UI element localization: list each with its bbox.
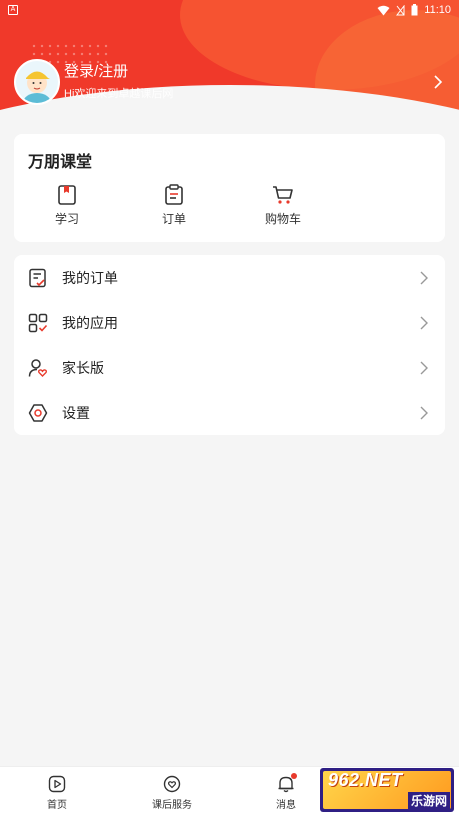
watermark-text: 962.NET bbox=[328, 770, 403, 790]
no-signal-icon bbox=[396, 4, 405, 15]
quick-action-order[interactable]: 订单 bbox=[134, 184, 214, 227]
status-bar: A 11:10 bbox=[0, 0, 459, 20]
battery-icon bbox=[411, 4, 418, 16]
menu-item-label: 家长版 bbox=[62, 359, 104, 376]
quick-action-label: 订单 bbox=[161, 212, 186, 226]
menu-item-my-apps[interactable]: 我的应用 bbox=[14, 300, 445, 345]
chevron-right-icon bbox=[420, 271, 428, 284]
chevron-right-icon bbox=[420, 316, 428, 329]
menu-item-my-orders[interactable]: 我的订单 bbox=[14, 255, 445, 300]
app-indicator-icon: A bbox=[8, 5, 18, 15]
menu-list: 我的订单 我的应用 家长版 设置 bbox=[14, 255, 445, 435]
menu-item-label: 我的订单 bbox=[62, 269, 118, 286]
quick-action-cart[interactable]: 购物车 bbox=[243, 184, 323, 227]
watermark-subtext: 乐游网 bbox=[407, 792, 450, 809]
heart-chat-icon bbox=[163, 775, 181, 793]
watermark-logo: 962.NET 乐游网 bbox=[320, 768, 454, 812]
quick-action-label: 购物车 bbox=[264, 212, 301, 226]
chevron-right-icon[interactable] bbox=[431, 75, 445, 89]
tab-label: 消息 bbox=[276, 800, 296, 811]
apps-icon bbox=[28, 313, 48, 332]
home-play-icon bbox=[48, 775, 66, 793]
cart-icon bbox=[273, 186, 293, 204]
profile-header[interactable]: 登录/注册 Hi欢迎来到卓越课后网 bbox=[14, 58, 445, 106]
chevron-right-icon bbox=[420, 406, 428, 419]
welcome-text: Hi欢迎来到卓越课后网 bbox=[64, 88, 174, 100]
menu-item-label: 设置 bbox=[62, 404, 90, 421]
login-register-link[interactable]: 登录/注册 bbox=[64, 62, 431, 82]
status-time: 11:10 bbox=[424, 4, 451, 16]
book-icon bbox=[58, 185, 76, 205]
class-card-title: 万朋课堂 bbox=[28, 154, 93, 171]
unread-badge bbox=[291, 773, 297, 779]
tab-home[interactable]: 首页 bbox=[27, 775, 87, 811]
tab-label: 首页 bbox=[47, 800, 67, 811]
tab-messages[interactable]: 消息 bbox=[256, 773, 316, 811]
settings-icon bbox=[28, 403, 48, 422]
menu-item-settings[interactable]: 设置 bbox=[14, 390, 445, 435]
tab-label: 课后服务 bbox=[152, 800, 192, 811]
class-card: 万朋课堂 学习 订单 购物车 bbox=[14, 134, 445, 242]
chevron-right-icon bbox=[420, 361, 428, 374]
menu-item-parent-version[interactable]: 家长版 bbox=[14, 345, 445, 390]
quick-action-label: 学习 bbox=[54, 212, 79, 226]
order-list-icon bbox=[29, 268, 46, 287]
parent-icon bbox=[28, 358, 48, 377]
avatar[interactable] bbox=[14, 59, 60, 105]
order-icon bbox=[165, 184, 183, 205]
quick-action-study[interactable]: 学习 bbox=[27, 184, 107, 227]
tab-after-school[interactable]: 课后服务 bbox=[142, 775, 202, 811]
menu-item-label: 我的应用 bbox=[62, 314, 118, 331]
wifi-icon bbox=[377, 5, 390, 15]
avatar-illustration bbox=[16, 61, 58, 103]
